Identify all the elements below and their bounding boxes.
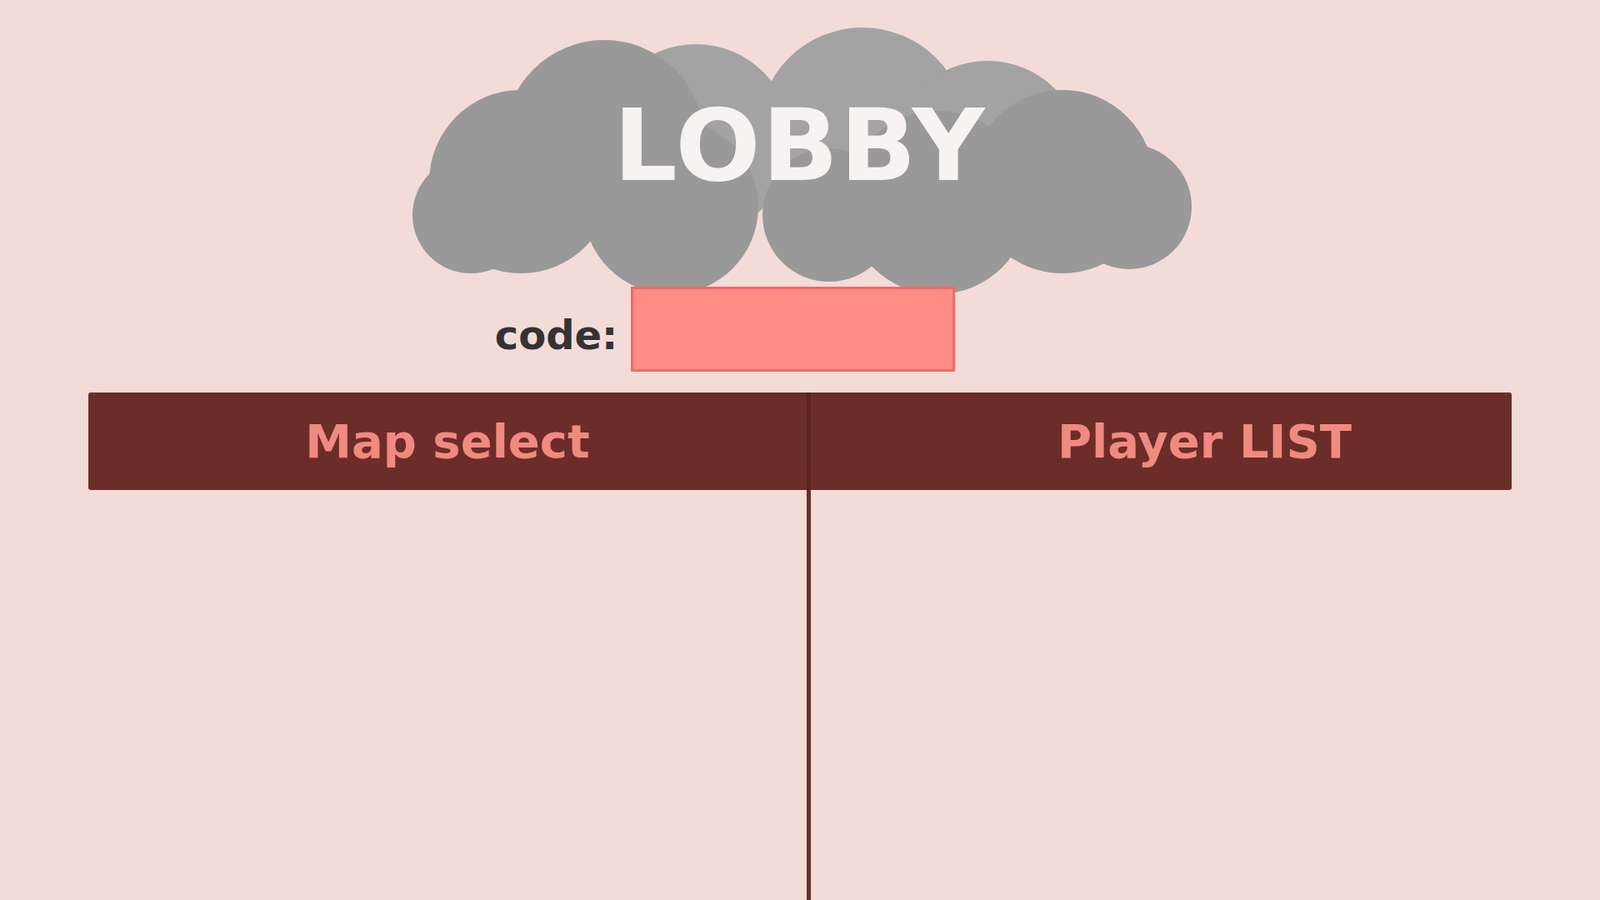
- panel-header: Map select: [88, 392, 811, 490]
- code-row: code:: [495, 286, 956, 372]
- panel-title: Map select: [305, 414, 590, 469]
- lobby-panels: Map select Player LIST: [88, 392, 1512, 900]
- panel-header: Player LIST: [810, 392, 1512, 490]
- lobby-title: LOBBY: [613, 90, 986, 201]
- panel-title: Player LIST: [1057, 414, 1352, 469]
- panel-body: [810, 490, 1512, 900]
- panel-body: [88, 490, 811, 900]
- lobby-screen: LOBBY code: Map select Player LIST: [0, 0, 1600, 900]
- title-cloud: LOBBY: [395, 15, 1205, 301]
- code-input[interactable]: [630, 286, 955, 372]
- code-label: code:: [495, 311, 619, 359]
